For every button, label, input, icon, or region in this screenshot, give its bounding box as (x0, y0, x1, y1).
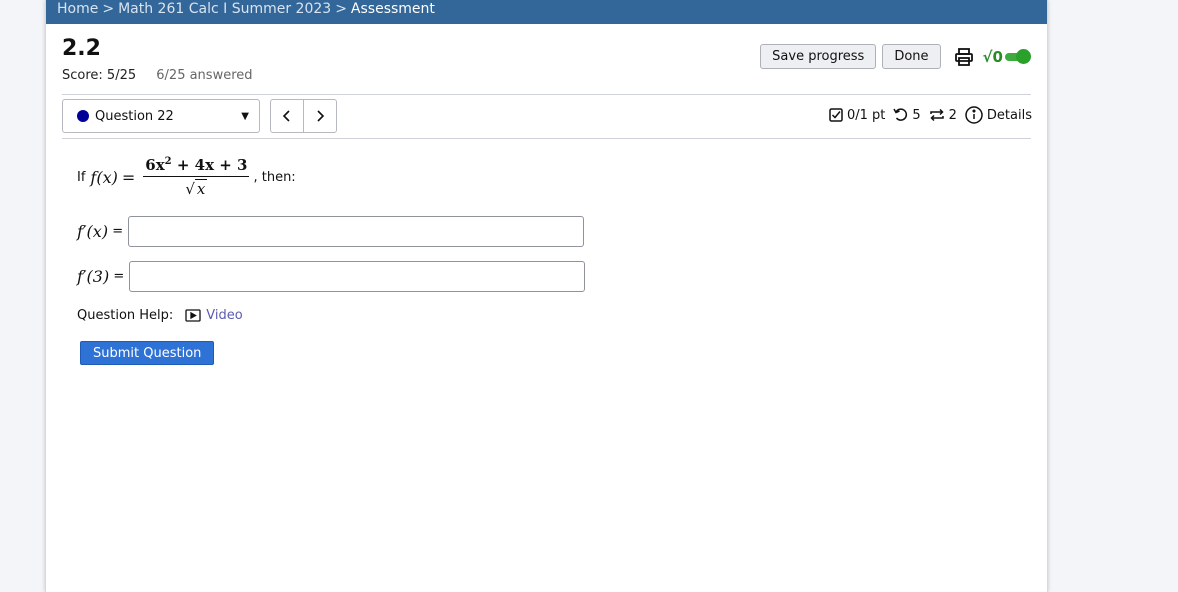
score-text: Score: 5/25 (62, 68, 137, 83)
video-icon (185, 309, 201, 322)
question-body: If f(x) = 6x2 + 4x + 3 √ x , then: f′(x) … (77, 152, 586, 365)
fraction-numerator: 6x2 + 4x + 3 (143, 156, 250, 177)
chevron-left-icon (282, 110, 290, 122)
sqrt-icon: √0 (982, 47, 1003, 66)
assessment-page: Home > Math 261 Calc I Summer 2023 > Assessm… (45, 0, 1048, 592)
question-help: Question Help: Video (77, 308, 585, 323)
header-divider (62, 94, 1031, 95)
derivative-input[interactable] (128, 216, 585, 247)
equals-sign: = (121, 167, 136, 187)
function-name: f(x) (90, 167, 118, 187)
answered-count: 6/25 answered (156, 68, 253, 83)
repeat-icon (929, 108, 944, 122)
assessment-title: 2.2 (62, 36, 101, 61)
derivative-at-3-input[interactable] (129, 261, 586, 292)
question-prompt: If f(x) = 6x2 + 4x + 3 √ x , then: (77, 152, 585, 202)
previous-question-button[interactable] (271, 100, 303, 132)
submit-question-button[interactable]: Submit Question (80, 341, 215, 365)
breadcrumb-course-link[interactable]: Math 261 Calc I Summer 2023 (118, 1, 331, 17)
question-meta: 0/1 pt 5 2 Details (821, 106, 1032, 124)
answer-label: f′(3) = (77, 267, 125, 286)
retries-count: 5 (912, 107, 921, 123)
breadcrumb-current: Assessment (350, 1, 435, 17)
caret-down-icon: ▼ (241, 110, 249, 122)
answer-row-derivative: f′(x) = (77, 216, 585, 247)
question-divider (62, 138, 1031, 139)
header-actions: Save progress Done √0 (754, 44, 1031, 69)
function-fraction: 6x2 + 4x + 3 √ x (143, 156, 250, 198)
breadcrumb-home-link[interactable]: Home (57, 1, 98, 17)
math-entry-toggle[interactable]: √0 (983, 48, 1031, 66)
retries-indicator: 5 (893, 107, 921, 123)
info-icon (965, 106, 983, 124)
details-button[interactable]: Details (965, 106, 1032, 124)
breadcrumb-separator: > (335, 1, 347, 17)
versions-indicator: 2 (929, 108, 957, 123)
prompt-intro: If (77, 169, 86, 185)
details-label: Details (986, 107, 1032, 123)
chevron-right-icon (317, 110, 325, 122)
done-button[interactable]: Done (882, 44, 941, 69)
video-link[interactable]: Video (206, 308, 242, 323)
points-text: 0/1 pt (846, 107, 886, 123)
save-progress-button[interactable]: Save progress (760, 44, 877, 69)
points-indicator: 0/1 pt (829, 108, 885, 123)
fraction-denominator: √ x (185, 179, 208, 198)
question-select[interactable]: Question 22 ▼ (62, 99, 260, 133)
print-icon[interactable] (953, 46, 975, 68)
checkbox-icon (829, 108, 843, 122)
undo-icon (893, 108, 908, 121)
score-row: Score: 5/25 6/25 answered (62, 68, 253, 83)
next-question-button[interactable] (303, 100, 336, 132)
breadcrumb: Home > Math 261 Calc I Summer 2023 > Assessm… (46, 0, 1047, 24)
versions-count: 2 (948, 107, 957, 123)
question-nav-buttons (270, 99, 337, 133)
question-status-dot (77, 110, 89, 122)
toggle-switch (1005, 48, 1031, 64)
question-help-label: Question Help: (77, 308, 174, 323)
answer-row-derivative-at-3: f′(3) = (77, 261, 586, 292)
answer-label: f′(x) = (77, 222, 124, 241)
prompt-suffix: , then: (253, 169, 296, 185)
question-select-label: Question 22 (95, 108, 174, 124)
breadcrumb-separator: > (102, 1, 115, 17)
